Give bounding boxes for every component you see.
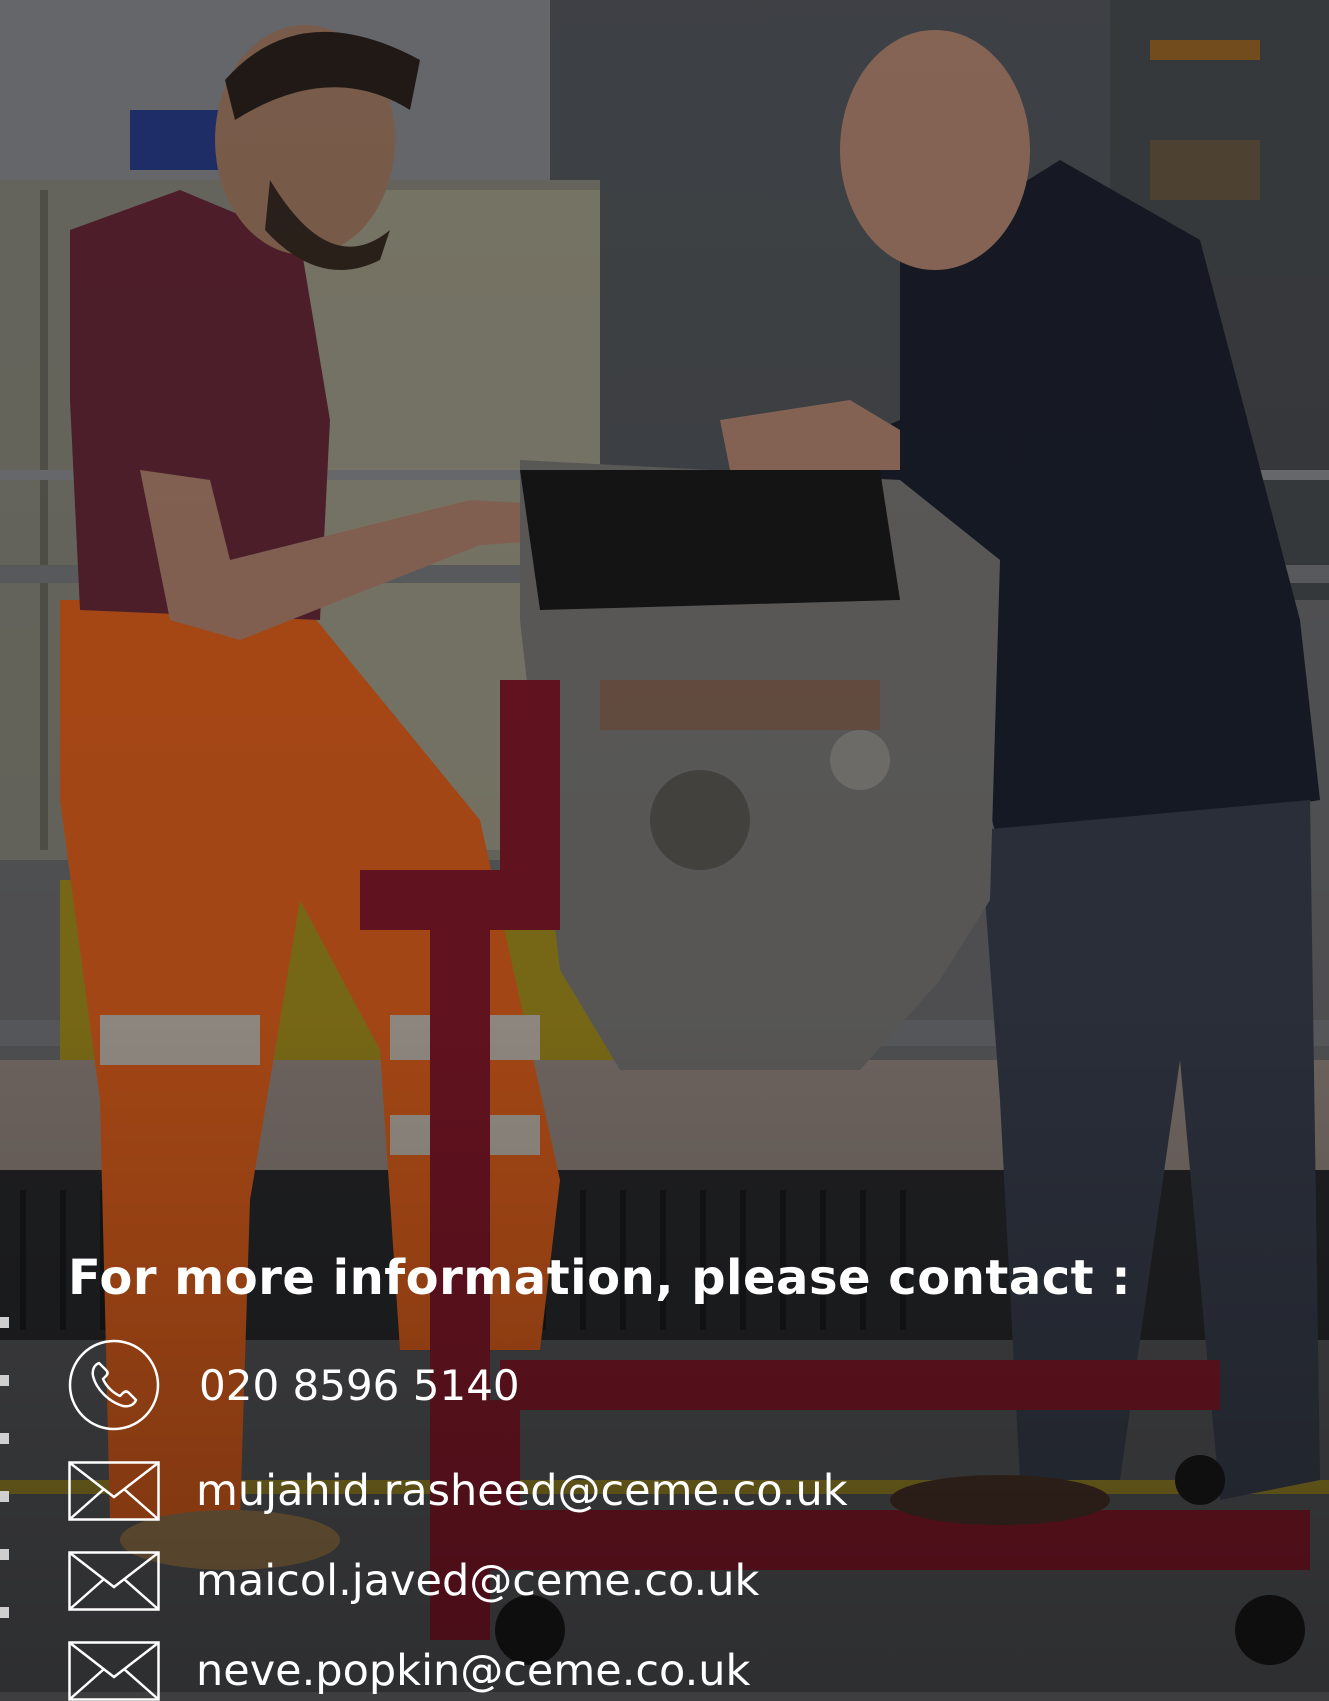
email-address[interactable]: neve.popkin@ceme.co.uk bbox=[196, 1646, 750, 1696]
contact-heading: For more information, please contact : bbox=[68, 1250, 1132, 1306]
email-row[interactable]: maicol.javed@ceme.co.uk bbox=[68, 1551, 759, 1611]
email-address[interactable]: mujahid.rasheed@ceme.co.uk bbox=[196, 1466, 848, 1516]
envelope-icon bbox=[68, 1551, 160, 1611]
envelope-icon bbox=[68, 1461, 160, 1521]
email-row[interactable]: mujahid.rasheed@ceme.co.uk bbox=[68, 1461, 848, 1521]
envelope-icon bbox=[68, 1641, 160, 1701]
phone-row[interactable]: 020 8596 5140 bbox=[68, 1339, 520, 1431]
phone-icon bbox=[68, 1339, 160, 1431]
contact-panel: For more information, please contact : 0… bbox=[0, 0, 1329, 1701]
email-row[interactable]: neve.popkin@ceme.co.uk bbox=[68, 1641, 750, 1701]
email-address[interactable]: maicol.javed@ceme.co.uk bbox=[196, 1556, 759, 1606]
phone-number[interactable]: 020 8596 5140 bbox=[199, 1361, 520, 1410]
